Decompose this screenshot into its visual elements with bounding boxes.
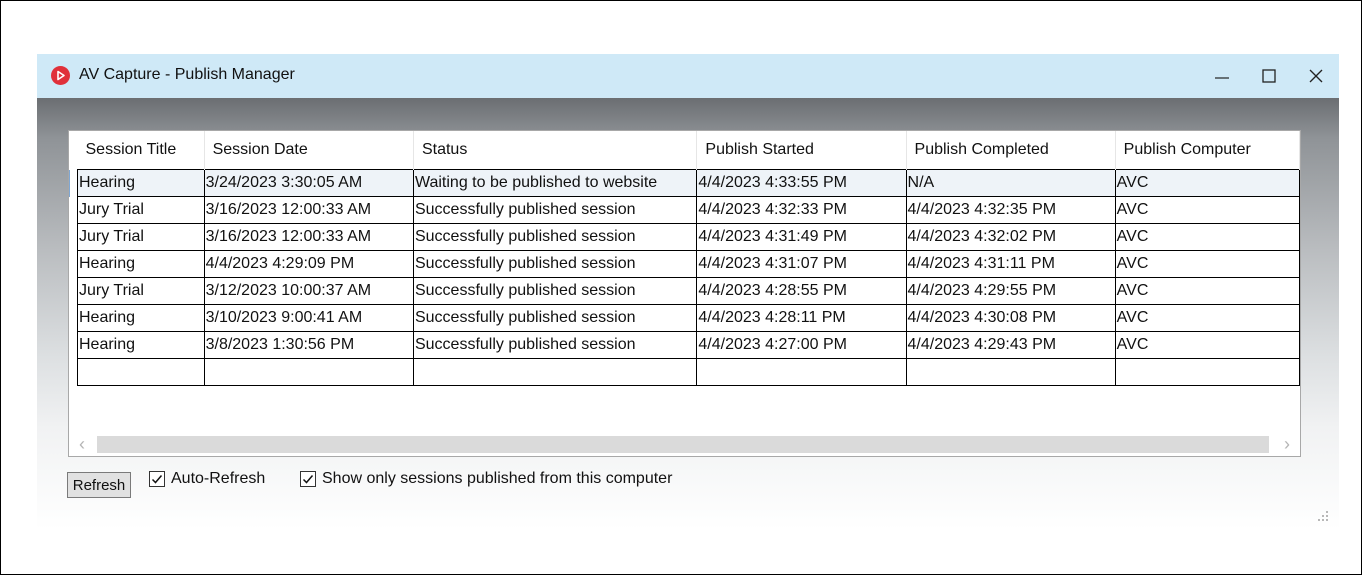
auto-refresh-checkbox[interactable]: Auto-Refresh [149,470,289,490]
cell-session-title[interactable]: Jury Trial [77,277,205,305]
checkbox-box[interactable] [300,471,316,487]
cell-publish-started[interactable]: 4/4/2023 4:28:11 PM [696,304,907,332]
cell-status[interactable]: Successfully published session [412,331,698,359]
cell-publish-completed[interactable]: 4/4/2023 4:31:11 PM [905,250,1116,278]
cell-publish-computer[interactable]: AVC [1114,196,1300,224]
cell-publish-completed[interactable] [905,358,1116,386]
maximize-icon [1262,69,1276,83]
show-only-local-checkbox[interactable]: Show only sessions published from this c… [300,470,740,490]
cell-publish-computer[interactable]: AVC [1114,250,1300,278]
cell-session-title[interactable]: Hearing [77,250,205,278]
cell-publish-completed[interactable]: N/A [905,169,1116,197]
cell-publish-started[interactable]: 4/4/2023 4:31:49 PM [696,223,907,251]
cell-session-title[interactable]: Hearing [77,304,205,332]
cell-publish-computer[interactable]: AVC [1114,331,1300,359]
close-icon [1309,69,1323,83]
cell-session-title[interactable]: Hearing [77,331,205,359]
cell-session-title[interactable]: Jury Trial [77,223,205,251]
minimize-button[interactable] [1199,54,1245,98]
checkmark-icon [151,475,163,484]
title-bar[interactable]: AV Capture - Publish Manager [37,54,1339,98]
resize-grip-icon[interactable] [1317,510,1329,522]
chevron-left-icon[interactable]: ‹ [79,435,85,453]
cell-session-date[interactable]: 3/16/2023 12:00:33 AM [203,223,414,251]
cell-publish-started[interactable]: 4/4/2023 4:31:07 PM [696,250,907,278]
column-header-publish-completed[interactable]: Publish Completed [906,131,1116,170]
table-row[interactable]: Hearing 4/4/2023 4:29:09 PM Successfully… [77,250,1300,278]
column-header-status[interactable]: Status [413,131,698,170]
horizontal-scrollbar[interactable]: ‹ › [69,429,1300,456]
client-area: Session Title Session Date Status Publis… [37,98,1339,530]
cell-session-title[interactable]: Hearing [77,169,205,197]
cell-publish-started[interactable]: 4/4/2023 4:28:55 PM [696,277,907,305]
publish-manager-window: AV Capture - Publish Manager Session Tit… [37,54,1339,530]
cell-status[interactable]: Successfully published session [412,250,698,278]
window-title: AV Capture - Publish Manager [79,66,295,83]
checkbox-box[interactable] [149,471,165,487]
cell-publish-completed[interactable]: 4/4/2023 4:29:43 PM [905,331,1116,359]
cell-session-title[interactable] [77,358,205,386]
table-row[interactable]: Jury Trial 3/16/2023 12:00:33 AM Success… [77,223,1300,251]
checkmark-icon [302,475,314,484]
cell-session-date[interactable] [203,358,414,386]
table-row[interactable]: Jury Trial 3/16/2023 12:00:33 AM Success… [77,196,1300,224]
table-row[interactable]: Hearing 3/10/2023 9:00:41 AM Successfull… [77,304,1300,332]
cell-session-date[interactable]: 3/10/2023 9:00:41 AM [203,304,414,332]
cell-publish-completed[interactable]: 4/4/2023 4:32:02 PM [905,223,1116,251]
cell-publish-started[interactable] [696,358,907,386]
cell-session-date[interactable]: 3/16/2023 12:00:33 AM [203,196,414,224]
chevron-right-icon[interactable]: › [1284,435,1290,453]
cell-status[interactable]: Waiting to be published to website [412,169,698,197]
cell-status[interactable]: Successfully published session [412,196,698,224]
table-row[interactable]: Hearing 3/8/2023 1:30:56 PM Successfully… [77,331,1300,359]
sessions-grid[interactable]: Session Title Session Date Status Publis… [68,130,1301,457]
cell-publish-computer[interactable] [1114,358,1300,386]
cell-status[interactable]: Successfully published session [412,304,698,332]
cell-status[interactable] [412,358,698,386]
cell-publish-started[interactable]: 4/4/2023 4:33:55 PM [696,169,907,197]
table-row[interactable]: Jury Trial 3/12/2023 10:00:37 AM Success… [77,277,1300,305]
cell-publish-computer[interactable]: AVC [1114,169,1300,197]
column-header-publish-computer[interactable]: Publish Computer [1115,131,1300,170]
sessions-table: Session Title Session Date Status Publis… [77,131,1300,386]
cell-publish-computer[interactable]: AVC [1114,304,1300,332]
current-row-indicator [69,170,77,197]
column-header-session-title[interactable]: Session Title [77,131,205,170]
column-header-session-date[interactable]: Session Date [204,131,414,170]
new-row[interactable] [77,358,1300,386]
minimize-icon [1215,77,1229,79]
cell-session-date[interactable]: 3/8/2023 1:30:56 PM [203,331,414,359]
cell-session-date[interactable]: 3/24/2023 3:30:05 AM [203,169,414,197]
column-header-publish-started[interactable]: Publish Started [696,131,907,170]
cell-publish-completed[interactable]: 4/4/2023 4:29:55 PM [905,277,1116,305]
cell-publish-computer[interactable]: AVC [1114,223,1300,251]
cell-publish-started[interactable]: 4/4/2023 4:32:33 PM [696,196,907,224]
header-row: Session Title Session Date Status Publis… [77,131,1300,170]
cell-status[interactable]: Successfully published session [412,277,698,305]
cell-publish-completed[interactable]: 4/4/2023 4:32:35 PM [905,196,1116,224]
table-row[interactable]: Hearing 3/24/2023 3:30:05 AM Waiting to … [77,169,1300,197]
cell-session-date[interactable]: 4/4/2023 4:29:09 PM [203,250,414,278]
maximize-button[interactable] [1246,54,1292,98]
cell-session-title[interactable]: Jury Trial [77,196,205,224]
refresh-button[interactable]: Refresh [67,472,131,498]
cell-session-date[interactable]: 3/12/2023 10:00:37 AM [203,277,414,305]
scrollbar-thumb[interactable] [97,436,1269,453]
close-button[interactable] [1293,54,1339,98]
cell-publish-started[interactable]: 4/4/2023 4:27:00 PM [696,331,907,359]
play-circle-icon [51,66,70,85]
cell-publish-computer[interactable]: AVC [1114,277,1300,305]
auto-refresh-label: Auto-Refresh [171,470,266,487]
cell-publish-completed[interactable]: 4/4/2023 4:30:08 PM [905,304,1116,332]
show-only-local-label: Show only sessions published from this c… [322,470,673,487]
cell-status[interactable]: Successfully published session [412,223,698,251]
